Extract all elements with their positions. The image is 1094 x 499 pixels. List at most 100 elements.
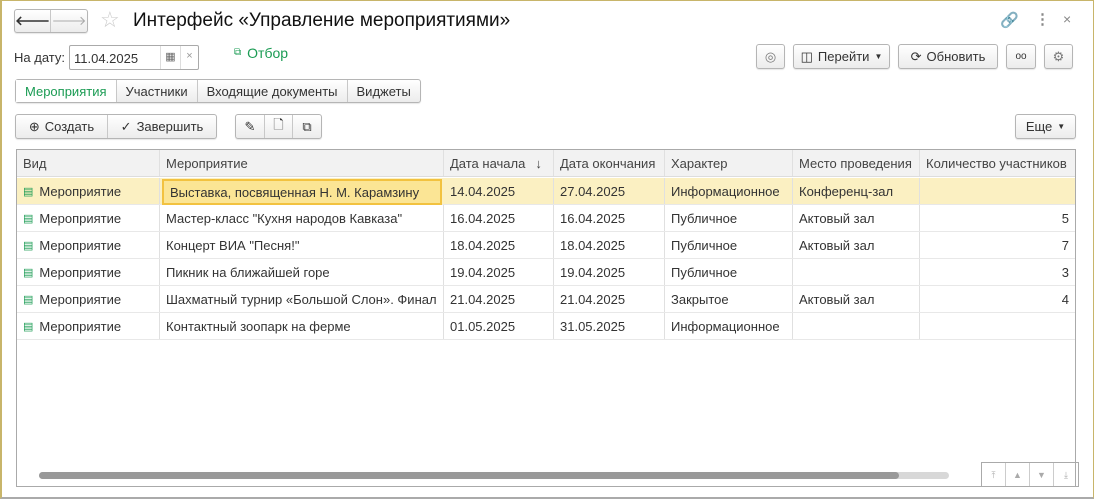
more-button[interactable]: Еще ▼ (1015, 114, 1076, 139)
cell-text: Мероприятие (39, 210, 122, 226)
table-cell[interactable] (793, 313, 920, 339)
column-header[interactable]: Мероприятие (160, 150, 444, 176)
fingerprint-button[interactable]: ◎ (756, 44, 785, 69)
glasses-button[interactable]: oo (1006, 44, 1036, 69)
more-label: Еще (1025, 119, 1053, 134)
clear-icon[interactable]: × (180, 46, 198, 69)
column-header[interactable]: Место проведения (793, 150, 920, 176)
table-cell[interactable]: Контактный зоопарк на ферме (160, 313, 444, 339)
more-vert-icon[interactable]: ⋮ (1035, 10, 1050, 28)
date-field[interactable]: 11.04.2025 ▦ × (69, 45, 199, 70)
table-cell[interactable]: Актовый зал (793, 205, 920, 231)
table-cell[interactable]: 3 (920, 259, 1075, 285)
table-cell[interactable]: ▤ Мероприятие (17, 313, 160, 339)
table-row[interactable]: ▤ Мероприятие Шахматный турнир «Большой Сл… (17, 286, 1075, 313)
goto-label: Перейти (817, 49, 870, 64)
table-cell[interactable] (920, 313, 1075, 339)
table-cell[interactable]: 14.04.2025 (444, 178, 554, 204)
table-cell[interactable]: ▤ Мероприятие (17, 205, 160, 231)
down-icon[interactable]: ▼ (1030, 463, 1054, 486)
edit-button[interactable]: ✎ (236, 115, 265, 138)
column-header[interactable]: Количество участников (920, 150, 1075, 176)
table-cell[interactable]: Закрытое (665, 286, 793, 312)
table-cell[interactable]: Мастер-класс "Кухня народов Кавказа" (160, 205, 444, 231)
column-header[interactable]: Характер (665, 150, 793, 176)
table-cell[interactable]: 16.04.2025 (554, 205, 665, 231)
favorite-star-icon[interactable]: ☆ (100, 7, 120, 33)
table-row[interactable]: ▤ Мероприятие Выставка, посвященная Н. М. … (17, 178, 1075, 205)
table-cell[interactable]: Публичное (665, 205, 793, 231)
goto-button[interactable]: ◫ Перейти ▼ (793, 44, 890, 69)
table-cell[interactable]: Пикник на ближайшей горе (160, 259, 444, 285)
table-cell[interactable] (920, 178, 1075, 204)
table-cell[interactable] (793, 259, 920, 285)
back-button[interactable]: 🡐 (15, 10, 51, 32)
cell-text: Мероприятие (39, 318, 122, 334)
table-row[interactable]: ▤ Мероприятие Контактный зоопарк на ферме 0… (17, 313, 1075, 340)
first-row-icon[interactable]: ⤒ (982, 463, 1006, 486)
table-cell[interactable]: ▤ Мероприятие (17, 286, 160, 312)
table-cell[interactable]: Актовый зал (793, 286, 920, 312)
last-row-icon[interactable]: ⤓ (1054, 463, 1078, 486)
table-cell[interactable]: 16.04.2025 (444, 205, 554, 231)
table-cell[interactable]: Выставка, посвященная Н. М. Карамзину (162, 179, 442, 205)
refresh-icon: ⟳ (910, 48, 922, 64)
table-cell[interactable]: Информационное (665, 313, 793, 339)
create-label: Создать (44, 119, 95, 134)
event-doc-icon: ▤ (23, 293, 34, 306)
table-cell[interactable]: 7 (920, 232, 1075, 258)
selection-label[interactable]: Отбор (247, 45, 288, 61)
table-cell[interactable]: 4 (920, 286, 1075, 312)
delete-mark-button[interactable]: 🗋 (265, 115, 293, 138)
horizontal-scrollbar[interactable] (39, 472, 949, 479)
tab-widgets[interactable]: Виджеты (348, 80, 420, 102)
table-cell[interactable]: Шахматный турнир «Большой Слон». Финал (160, 286, 444, 312)
table-cell[interactable]: 19.04.2025 (444, 259, 554, 285)
table-cell[interactable]: Публичное (665, 232, 793, 258)
table-cell[interactable]: Информационное (665, 178, 793, 204)
table-row[interactable]: ▤ Мероприятие Мастер-класс "Кухня народов … (17, 205, 1075, 232)
scrollbar-thumb[interactable] (39, 472, 899, 479)
forward-button[interactable]: 🡒 (51, 10, 87, 32)
column-header[interactable]: Вид (17, 150, 160, 176)
link-icon[interactable]: 🔗 (1000, 11, 1019, 29)
column-header[interactable]: Дата окончания (554, 150, 665, 176)
refresh-button[interactable]: ⟳ Обновить (898, 44, 998, 69)
table-cell[interactable]: 19.04.2025 (554, 259, 665, 285)
close-icon[interactable]: × (1063, 11, 1071, 27)
table-cell[interactable]: Конференц-зал (793, 178, 920, 204)
table-cell[interactable]: 21.04.2025 (554, 286, 665, 312)
column-header[interactable]: Дата начала ↓ (444, 150, 554, 176)
table-cell[interactable]: 5 (920, 205, 1075, 231)
table-cell[interactable]: 18.04.2025 (554, 232, 665, 258)
pencil-icon: ✎ (244, 118, 256, 134)
table-cell[interactable]: ▤ Мероприятие (17, 232, 160, 258)
table-cell[interactable]: ▤ Мероприятие (17, 259, 160, 285)
table-cell[interactable]: 01.05.2025 (444, 313, 554, 339)
table-row[interactable]: ▤ Мероприятие Концерт ВИА "Песня!" 18.04.20… (17, 232, 1075, 259)
up-icon[interactable]: ▲ (1006, 463, 1030, 486)
calendar-icon[interactable]: ▦ (160, 46, 180, 69)
table-cell[interactable]: Актовый зал (793, 232, 920, 258)
settings-button[interactable]: ⚙ (1044, 44, 1073, 69)
table-cell[interactable]: Публичное (665, 259, 793, 285)
table-row[interactable]: ▤ Мероприятие Пикник на ближайшей горе 19.0… (17, 259, 1075, 286)
table-cell[interactable]: 21.04.2025 (444, 286, 554, 312)
table-cell[interactable]: 27.04.2025 (554, 178, 665, 204)
date-value[interactable]: 11.04.2025 (70, 46, 160, 69)
table-cell[interactable]: ▤ Мероприятие (17, 178, 160, 204)
create-button[interactable]: ⊕ Создать (16, 115, 108, 138)
table-cell[interactable]: 31.05.2025 (554, 313, 665, 339)
event-doc-icon: ▤ (23, 266, 34, 279)
table-cell[interactable]: 18.04.2025 (444, 232, 554, 258)
page-title: Интерфейс «Управление мероприятиями» (133, 10, 511, 31)
panel-icon: ◫ (800, 48, 813, 64)
finish-button[interactable]: ✓ Завершить (108, 115, 216, 138)
tab-participants[interactable]: Участники (117, 80, 198, 102)
table-cell[interactable]: Концерт ВИА "Песня!" (160, 232, 444, 258)
column-header-label: Дата начала (450, 155, 526, 171)
tab-events[interactable]: Мероприятия (16, 80, 117, 102)
copy-button[interactable]: ⧉ (293, 115, 321, 138)
tab-incoming-documents[interactable]: Входящие документы (198, 80, 348, 102)
selection-link[interactable]: ⧉ Отбор (234, 45, 288, 61)
